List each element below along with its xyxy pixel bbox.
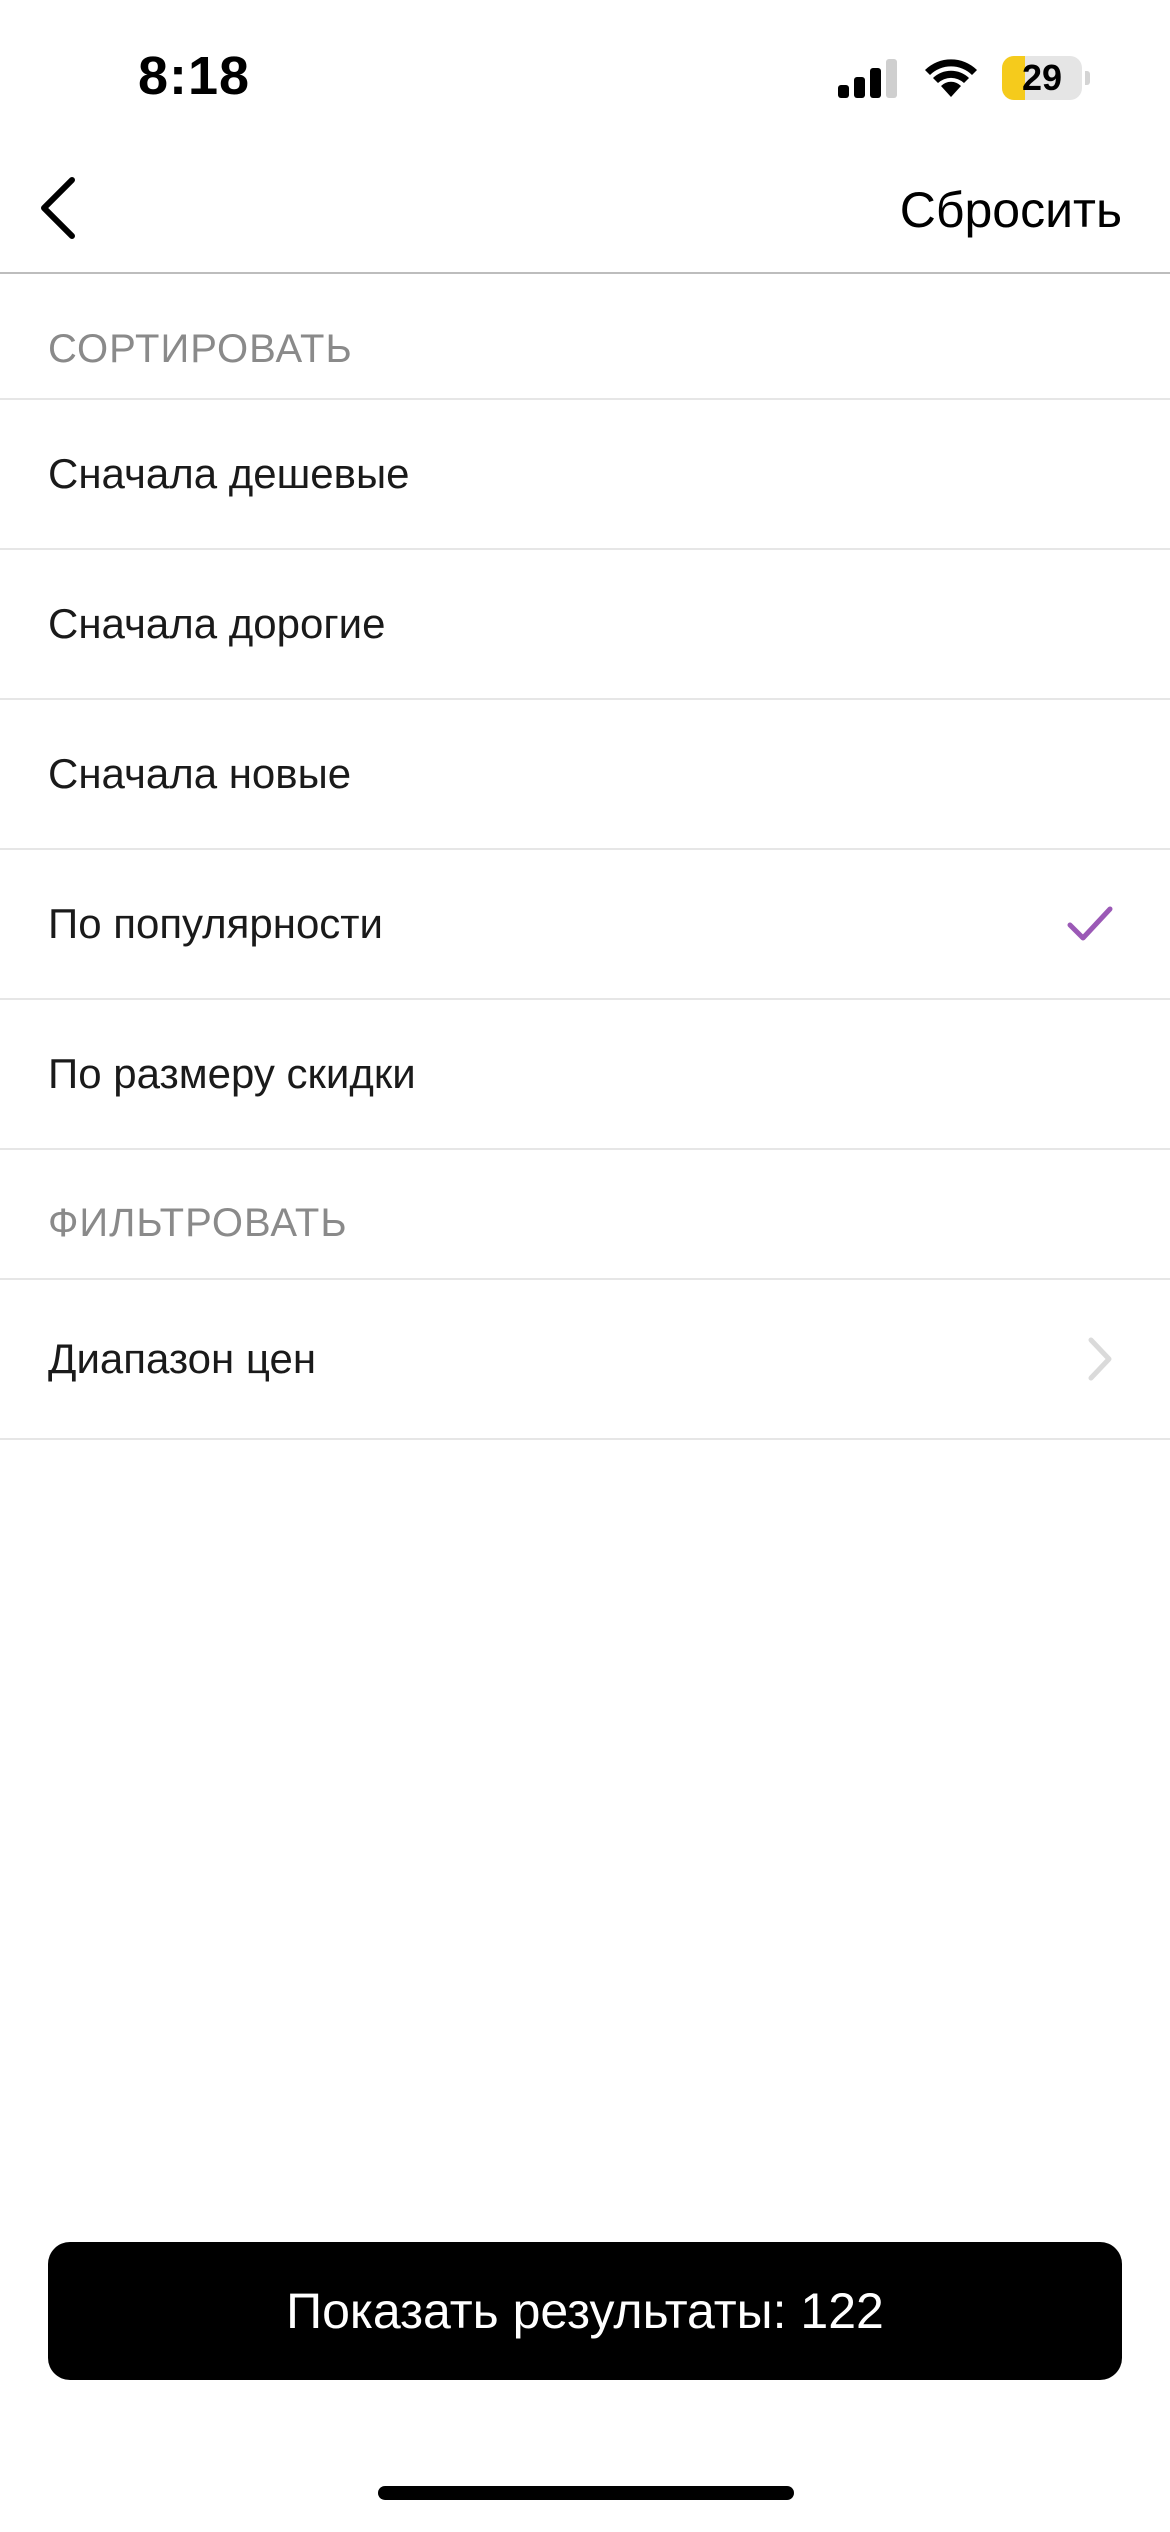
sort-option-label: По популярности xyxy=(48,900,383,947)
battery-percent: 29 xyxy=(1021,57,1063,98)
status-time: 8:18 xyxy=(138,46,251,106)
chevron-right-icon xyxy=(1086,1336,1114,1382)
reset-button[interactable]: Сбросить xyxy=(900,178,1122,242)
sort-option-label: Сначала новые xyxy=(48,750,352,797)
back-button[interactable] xyxy=(18,170,98,250)
checkmark-icon xyxy=(1066,905,1114,943)
wifi-icon xyxy=(922,57,980,99)
sort-option-label: По размеру скидки xyxy=(48,1050,416,1097)
battery-nub xyxy=(1085,71,1090,85)
filter-section-header: ФИЛЬТРОВАТЬ xyxy=(0,1150,1170,1280)
sort-section-header: СОРТИРОВАТЬ xyxy=(0,276,1170,400)
sort-option-by-popularity[interactable]: По популярности xyxy=(0,850,1170,1000)
status-bar: 8:18 29 xyxy=(0,0,1170,150)
navigation-bar: Сбросить xyxy=(0,150,1170,274)
show-results-label: Показать результаты: 122 xyxy=(286,2283,884,2339)
sort-option-expensive-first[interactable]: Сначала дорогие xyxy=(0,550,1170,700)
chevron-left-icon xyxy=(36,176,80,245)
home-indicator[interactable] xyxy=(378,2486,794,2500)
sort-option-by-discount[interactable]: По размеру скидки xyxy=(0,1000,1170,1150)
sort-option-label: Сначала дешевые xyxy=(48,450,410,497)
battery-icon: 29 xyxy=(1002,56,1090,100)
sort-option-cheapest-first[interactable]: Сначала дешевые xyxy=(0,400,1170,550)
filter-item-price-range[interactable]: Диапазон цен xyxy=(0,1280,1170,1440)
filter-sort-screen: 8:18 29 Сбросить СОРТИРОВАТЬ Сначала деш… xyxy=(0,0,1170,2532)
cellular-signal-icon xyxy=(838,58,900,98)
filter-item-label: Диапазон цен xyxy=(48,1335,317,1382)
show-results-button[interactable]: Показать результаты: 122 xyxy=(48,2242,1122,2380)
sort-option-label: Сначала дорогие xyxy=(48,600,386,647)
status-icons: 29 xyxy=(838,54,1090,102)
sort-option-newest-first[interactable]: Сначала новые xyxy=(0,700,1170,850)
